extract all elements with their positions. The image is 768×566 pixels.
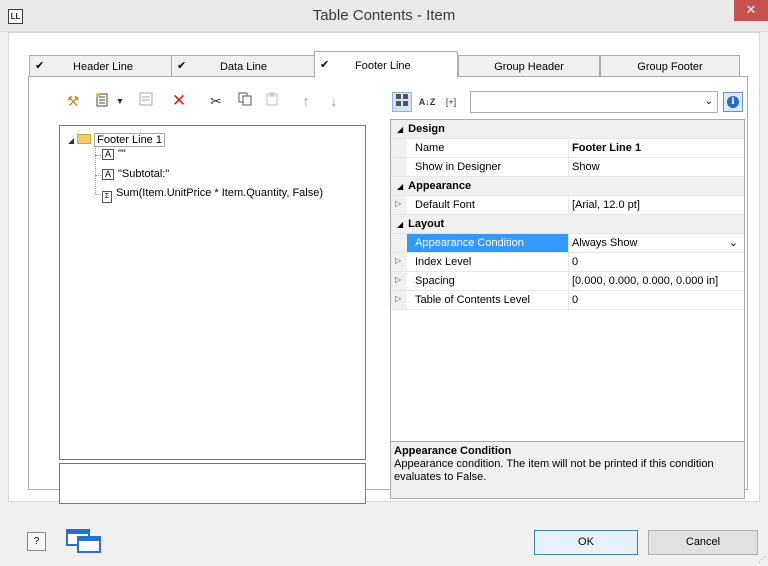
property-name: Appearance Condition xyxy=(407,234,569,252)
property-row[interactable]: ▷ Default Font [Arial, 12.0 pt] xyxy=(391,196,744,215)
windows-icon[interactable] xyxy=(66,529,103,553)
paste-icon[interactable] xyxy=(263,92,281,110)
property-row[interactable]: Name Footer Line 1 xyxy=(391,139,744,158)
window-title: Table Contents - Item xyxy=(312,7,456,24)
dropdown-arrow-icon[interactable]: ▼ xyxy=(111,92,129,110)
expand-all-icon[interactable]: [+] xyxy=(441,92,461,112)
property-name: Show in Designer xyxy=(407,158,569,176)
property-name: Name xyxy=(407,139,569,157)
collapse-icon[interactable]: ◢ xyxy=(68,136,74,145)
tree-root-label: Footer Line 1 xyxy=(94,133,165,147)
tree-item[interactable]: Σ Sum(Item.UnitPrice * Item.Quantity, Fal… xyxy=(102,187,323,203)
text-icon: A xyxy=(102,149,114,160)
category-design[interactable]: ◢ Design xyxy=(391,120,744,139)
help-button[interactable]: ? xyxy=(27,532,46,551)
property-name: Default Font xyxy=(407,196,569,214)
category-appearance[interactable]: ◢ Appearance xyxy=(391,177,744,196)
close-button[interactable]: ✕ xyxy=(734,0,768,21)
property-value[interactable]: 0 xyxy=(569,291,744,309)
categorized-view-icon[interactable] xyxy=(392,92,412,112)
tab-group-footer[interactable]: Group Footer xyxy=(600,55,740,77)
tab-group-header[interactable]: Group Header xyxy=(458,55,600,77)
collapse-icon[interactable]: ◢ xyxy=(397,182,403,191)
insert-icon[interactable] xyxy=(93,92,111,110)
property-name: Index Level xyxy=(407,253,569,271)
move-up-icon[interactable]: ↑ xyxy=(297,92,315,110)
expand-icon[interactable]: ▷ xyxy=(395,275,401,284)
tab-data-line[interactable]: ✔ Data Line xyxy=(171,55,316,77)
cut-icon[interactable]: ✂ xyxy=(207,92,225,110)
ok-button[interactable]: OK xyxy=(534,530,638,555)
property-value[interactable]: Always Show xyxy=(569,234,744,252)
category-label: Appearance xyxy=(408,180,472,192)
category-label: Layout xyxy=(408,218,445,230)
tab-label: Footer Line xyxy=(355,60,411,72)
property-row[interactable]: ▷ Index Level 0 xyxy=(391,253,744,272)
info-icon: i xyxy=(727,96,739,108)
property-toolbar: A↓Z [+] ⌄ i xyxy=(390,91,746,113)
resize-grip-icon[interactable]: ⋰ xyxy=(758,555,766,564)
tree-item[interactable]: A "Subtotal:" xyxy=(102,168,169,180)
collapse-icon[interactable]: ◢ xyxy=(397,220,403,229)
property-value[interactable]: 0 xyxy=(569,253,744,271)
description-panel: Appearance Condition Appearance conditio… xyxy=(390,441,745,499)
tree-item[interactable]: A "" xyxy=(102,148,126,160)
expand-icon[interactable]: ▷ xyxy=(395,256,401,265)
sort-alpha-icon[interactable]: A↓Z xyxy=(417,92,437,112)
chevron-down-icon[interactable]: ⌄ xyxy=(729,236,738,249)
sum-icon: Σ xyxy=(102,191,112,203)
tab-label: Data Line xyxy=(219,61,268,73)
tree-connector xyxy=(95,146,96,195)
property-value[interactable]: Footer Line 1 xyxy=(569,139,744,157)
info-button[interactable]: i xyxy=(723,92,743,112)
tree-view[interactable]: ◢ Footer Line 1 A "" A "Subtotal:" Σ Sum(Ite… xyxy=(59,125,366,460)
properties-icon[interactable] xyxy=(137,92,155,110)
category-label: Design xyxy=(408,123,445,135)
tab-footer-line[interactable]: ✔ Footer Line xyxy=(314,51,458,78)
folder-icon xyxy=(77,134,92,144)
category-layout[interactable]: ◢ Layout xyxy=(391,215,744,234)
preview-box xyxy=(59,463,366,504)
copy-icon[interactable] xyxy=(236,92,254,110)
property-row[interactable]: ▷ Spacing [0.000, 0.000, 0.000, 0.000 in… xyxy=(391,272,744,291)
description-title: Appearance Condition xyxy=(394,445,512,457)
tab-label: Group Footer xyxy=(637,61,703,73)
text-icon: A xyxy=(102,169,114,180)
delete-icon[interactable]: ✕ xyxy=(170,92,188,110)
tree-connector xyxy=(95,155,101,156)
property-filter-combo[interactable]: ⌄ xyxy=(470,91,718,113)
tree-connector xyxy=(95,175,101,176)
tree-item-label: "Subtotal:" xyxy=(118,168,170,180)
tree-item-label: Sum(Item.UnitPrice * Item.Quantity, Fals… xyxy=(116,187,324,199)
collapse-icon[interactable]: ◢ xyxy=(397,125,403,134)
property-name: Spacing xyxy=(407,272,569,290)
tree-root[interactable]: ◢ Footer Line 1 xyxy=(68,133,165,147)
property-value[interactable]: [Arial, 12.0 pt] xyxy=(569,196,744,214)
property-row-selected[interactable]: Appearance Condition Always Show ⌄ xyxy=(391,234,744,253)
tree-connector xyxy=(95,194,101,195)
tab-header-line[interactable]: ✔ Header Line xyxy=(29,55,177,77)
tab-label: Group Header xyxy=(494,61,564,73)
property-value[interactable]: [0.000, 0.000, 0.000, 0.000 in] xyxy=(569,272,744,290)
description-text: Appearance condition. The item will not … xyxy=(394,458,714,483)
cancel-button[interactable]: Cancel xyxy=(648,530,758,555)
title-bar: LL Table Contents - Item ✕ xyxy=(0,0,768,32)
property-row[interactable]: Show in Designer Show xyxy=(391,158,744,177)
expand-icon[interactable]: ▷ xyxy=(395,294,401,303)
expand-icon[interactable]: ▷ xyxy=(395,199,401,208)
property-row[interactable]: ▷ Table of Contents Level 0 xyxy=(391,291,744,310)
chevron-down-icon[interactable]: ⌄ xyxy=(705,96,713,107)
tab-label: Header Line xyxy=(73,61,133,73)
tree-item-label: "" xyxy=(118,148,126,160)
magic-wand-icon[interactable]: ⚒ xyxy=(64,92,82,110)
property-value[interactable]: Show xyxy=(569,158,744,176)
property-name: Table of Contents Level xyxy=(407,291,569,309)
move-down-icon[interactable]: ↓ xyxy=(325,92,343,110)
